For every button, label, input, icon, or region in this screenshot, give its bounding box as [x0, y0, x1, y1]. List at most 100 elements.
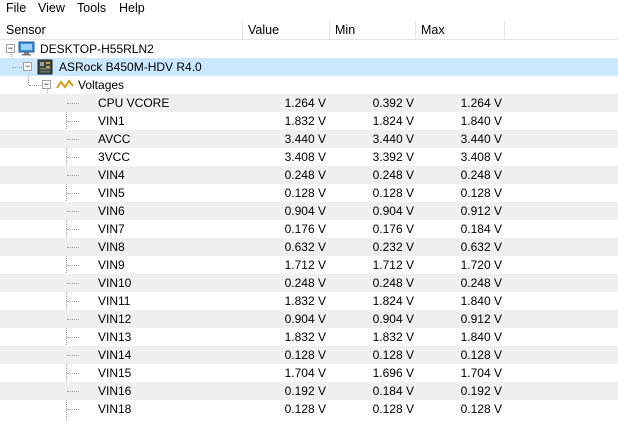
sensor-value: 1.832 V — [284, 114, 326, 128]
sensor-min: 0.248 V — [372, 168, 414, 182]
sensor-max: 0.248 V — [460, 276, 502, 290]
sensor-name: VIN18 — [98, 402, 132, 416]
sensor-min: 0.232 V — [372, 240, 414, 254]
sensor-name: CPU VCORE — [98, 96, 170, 110]
sensor-name: VIN12 — [98, 312, 132, 326]
sensor-row[interactable]: VIN15 1.704 V 1.696 V 1.704 V — [0, 364, 618, 382]
column-min[interactable]: Min — [335, 23, 355, 37]
sensor-row[interactable]: 3VCC 3.408 V 3.392 V 3.408 V — [0, 148, 618, 166]
sensor-min: 0.392 V — [372, 96, 414, 110]
collapse-toggle[interactable]: − — [6, 44, 15, 53]
board-name: ASRock B450M-HDV R4.0 — [59, 60, 202, 74]
sensor-row[interactable]: VIN14 0.128 V 0.128 V 0.128 V — [0, 346, 618, 364]
sensor-row[interactable]: VIN7 0.176 V 0.176 V 0.184 V — [0, 220, 618, 238]
sensor-row[interactable]: AVCC 3.440 V 3.440 V 3.440 V — [0, 130, 618, 148]
column-max[interactable]: Max — [421, 23, 445, 37]
sensor-value: 0.904 V — [284, 312, 326, 326]
group-label: Voltages — [78, 78, 125, 92]
tree-line — [67, 391, 79, 392]
sensor-max: 0.128 V — [460, 402, 502, 416]
sensor-min: 1.824 V — [372, 114, 414, 128]
sensor-name: VIN5 — [98, 186, 125, 200]
sensor-row[interactable]: VIN1 1.832 V 1.824 V 1.840 V — [0, 112, 618, 130]
tree-line — [67, 229, 79, 230]
column-divider[interactable] — [504, 21, 505, 39]
computer-icon — [18, 41, 35, 56]
tree-row-voltages[interactable]: − Voltages — [0, 76, 618, 94]
sensor-value: 0.904 V — [284, 204, 326, 218]
menu-view[interactable]: View — [38, 1, 65, 15]
sensor-max: 1.264 V — [460, 96, 502, 110]
sensor-max: 1.840 V — [460, 294, 502, 308]
sensor-value: 1.704 V — [284, 366, 326, 380]
sensor-min: 0.184 V — [372, 384, 414, 398]
column-divider[interactable] — [415, 21, 416, 39]
tree-line — [67, 121, 79, 122]
menu-bar: File View Tools Help — [0, 0, 618, 18]
tree-line — [67, 373, 79, 374]
sensor-name: VIN4 — [98, 168, 125, 182]
column-value[interactable]: Value — [248, 23, 279, 37]
sensor-row[interactable]: VIN13 1.832 V 1.832 V 1.840 V — [0, 328, 618, 346]
tree-line — [67, 247, 79, 248]
sensor-value: 0.128 V — [284, 186, 326, 200]
sensor-min: 1.712 V — [372, 258, 414, 272]
sensor-name: VIN8 — [98, 240, 125, 254]
tree-line — [67, 319, 79, 320]
column-divider[interactable] — [329, 21, 330, 39]
sensor-max: 0.248 V — [460, 168, 502, 182]
sensor-min: 1.824 V — [372, 294, 414, 308]
tree-line — [67, 265, 79, 266]
sensor-value: 0.192 V — [284, 384, 326, 398]
sensor-value: 0.176 V — [284, 222, 326, 236]
sensor-min: 0.248 V — [372, 276, 414, 290]
sensor-value: 0.128 V — [284, 402, 326, 416]
sensor-name: VIN7 — [98, 222, 125, 236]
column-divider[interactable] — [242, 21, 243, 39]
collapse-toggle[interactable]: − — [23, 62, 32, 71]
tree-line — [67, 139, 79, 140]
sensor-name: VIN1 — [98, 114, 125, 128]
sensor-min: 0.128 V — [372, 402, 414, 416]
sensor-row[interactable]: VIN6 0.904 V 0.904 V 0.912 V — [0, 202, 618, 220]
tree-line — [29, 85, 41, 86]
sensor-tree: − DESKTOP-H55RLN2 − ASRock B450M-HDV R4.… — [0, 40, 618, 421]
sensor-row[interactable]: VIN10 0.248 V 0.248 V 0.248 V — [0, 274, 618, 292]
sensor-row[interactable]: VIN11 1.832 V 1.824 V 1.840 V — [0, 292, 618, 310]
tree-line — [67, 355, 79, 356]
sensor-max: 0.128 V — [460, 186, 502, 200]
sensor-row[interactable]: VIN4 0.248 V 0.248 V 0.248 V — [0, 166, 618, 184]
sensor-value: 3.408 V — [284, 150, 326, 164]
sensor-min: 0.176 V — [372, 222, 414, 236]
sensor-value: 1.832 V — [284, 294, 326, 308]
column-header: Sensor Value Min Max — [0, 21, 618, 40]
sensor-row[interactable]: VIN9 1.712 V 1.712 V 1.720 V — [0, 256, 618, 274]
sensor-row[interactable]: VIN12 0.904 V 0.904 V 0.912 V — [0, 310, 618, 328]
sensor-name: VIN10 — [98, 276, 132, 290]
menu-tools[interactable]: Tools — [77, 1, 106, 15]
sensor-row[interactable]: VIN16 0.192 V 0.184 V 0.192 V — [0, 382, 618, 400]
tree-row-board[interactable]: − ASRock B450M-HDV R4.0 — [0, 58, 618, 76]
sensor-row[interactable]: CPU VCORE 1.264 V 0.392 V 1.264 V — [0, 94, 618, 112]
menu-help[interactable]: Help — [119, 1, 145, 15]
sensor-row[interactable]: VIN5 0.128 V 0.128 V 0.128 V — [0, 184, 618, 202]
sensor-max: 1.720 V — [460, 258, 502, 272]
sensor-max: 1.840 V — [460, 330, 502, 344]
sensor-name: VIN6 — [98, 204, 125, 218]
collapse-toggle[interactable]: − — [42, 80, 51, 89]
menu-file[interactable]: File — [6, 1, 26, 15]
computer-name: DESKTOP-H55RLN2 — [40, 42, 154, 56]
sensor-max: 1.704 V — [460, 366, 502, 380]
sensor-min: 0.904 V — [372, 204, 414, 218]
sensor-min: 0.128 V — [372, 186, 414, 200]
sensor-max: 1.840 V — [460, 114, 502, 128]
sensor-value: 0.248 V — [284, 276, 326, 290]
sensor-max: 0.128 V — [460, 348, 502, 362]
sensor-row[interactable]: VIN18 0.128 V 0.128 V 0.128 V — [0, 400, 618, 418]
sensor-max: 0.912 V — [460, 312, 502, 326]
tree-line — [67, 103, 79, 104]
tree-row-computer[interactable]: − DESKTOP-H55RLN2 — [0, 40, 618, 58]
column-sensor[interactable]: Sensor — [6, 23, 46, 37]
tree-line — [67, 283, 79, 284]
sensor-row[interactable]: VIN8 0.632 V 0.232 V 0.632 V — [0, 238, 618, 256]
